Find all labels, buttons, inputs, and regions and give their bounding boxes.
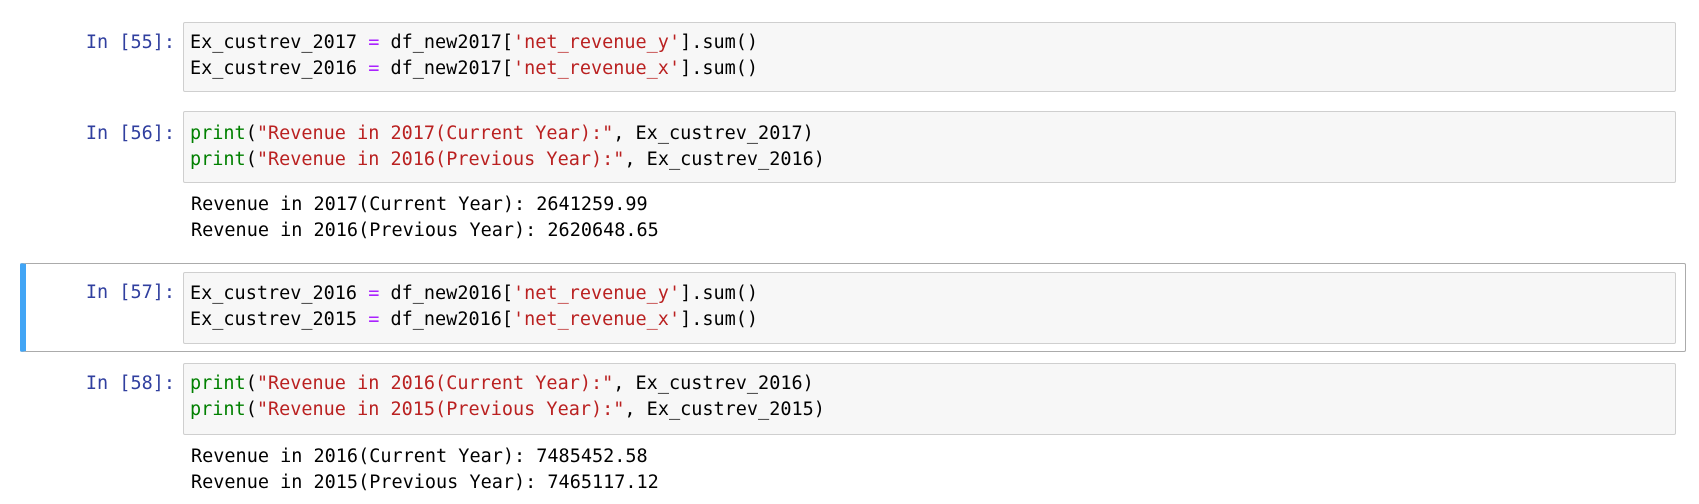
code-token: "Revenue in 2015(Previous Year):" (256, 399, 625, 420)
code-token: = (368, 283, 380, 304)
code-token: print (190, 123, 246, 144)
output-text: Revenue in 2017(Current Year): 2641259.9… (191, 194, 648, 215)
output-text: Revenue in 2016(Previous Year): 2620648.… (191, 220, 659, 241)
code-token: Ex_custrev_2016 (190, 58, 369, 79)
code-token: 'net_revenue_x' (513, 309, 681, 330)
code-line: Ex_custrev_2015 = df_new2016['net_revenu… (190, 307, 758, 333)
code-token: ].sum() (680, 283, 759, 304)
code-token: df_new2017[ (379, 32, 514, 53)
input-prompt: In [56]: (85, 123, 175, 144)
code-token: ].sum() (680, 32, 759, 53)
code-line: Ex_custrev_2016 = df_new2017['net_revenu… (190, 56, 758, 82)
code-token: "Revenue in 2017(Current Year):" (256, 123, 614, 144)
code-token: ( (245, 149, 257, 170)
code-token: Ex_custrev_2015 (190, 309, 369, 330)
input-prompt: In [55]: (85, 32, 175, 53)
code-token: ( (245, 123, 257, 144)
code-token: , Ex_custrev_2017) (613, 123, 814, 144)
notebook-cell[interactable]: In [58]: print("Revenue in 2016(Current … (20, 361, 1686, 501)
code-token: ( (245, 399, 257, 420)
code-line: print("Revenue in 2017(Current Year):", … (190, 121, 814, 147)
code-token: print (190, 399, 246, 420)
code-line: print("Revenue in 2016(Previous Year):",… (190, 147, 825, 173)
code-token: = (368, 309, 380, 330)
code-token: 'net_revenue_x' (513, 58, 681, 79)
code-token: ( (245, 373, 257, 394)
notebook-cell[interactable]: In [55]: Ex_custrev_2017 = df_new2017['n… (20, 20, 1686, 94)
code-line: print("Revenue in 2015(Previous Year):",… (190, 397, 825, 423)
code-token: df_new2016[ (379, 309, 514, 330)
code-token: 'net_revenue_y' (513, 32, 681, 53)
code-token: = (368, 58, 380, 79)
output-text: Revenue in 2016(Current Year): 7485452.5… (191, 446, 648, 467)
code-token: print (190, 373, 246, 394)
code-token: ].sum() (680, 58, 759, 79)
input-prompt: In [58]: (85, 373, 175, 394)
code-token: 'net_revenue_y' (513, 283, 681, 304)
code-input[interactable]: Ex_custrev_2017 = df_new2017['net_revenu… (183, 22, 1676, 92)
output-text: Revenue in 2015(Previous Year): 7465117.… (191, 472, 659, 493)
code-line: Ex_custrev_2016 = df_new2016['net_revenu… (190, 281, 758, 307)
code-line: print("Revenue in 2016(Current Year):", … (190, 371, 814, 397)
notebook-cell[interactable]: In [56]: print("Revenue in 2017(Current … (20, 109, 1686, 249)
code-token: df_new2017[ (379, 58, 514, 79)
code-token: ].sum() (680, 309, 759, 330)
code-line: Ex_custrev_2017 = df_new2017['net_revenu… (190, 30, 758, 56)
input-prompt: In [57]: (85, 282, 175, 303)
code-token: Ex_custrev_2017 (190, 32, 369, 53)
code-token: = (368, 32, 380, 53)
code-token: , Ex_custrev_2016) (624, 149, 825, 170)
code-token: Ex_custrev_2016 (190, 283, 369, 304)
code-token: "Revenue in 2016(Previous Year):" (256, 149, 625, 170)
code-token: , Ex_custrev_2016) (613, 373, 814, 394)
code-token: "Revenue in 2016(Current Year):" (256, 373, 614, 394)
code-token: print (190, 149, 246, 170)
code-token: , Ex_custrev_2015) (624, 399, 825, 420)
code-input[interactable]: print("Revenue in 2017(Current Year):", … (183, 111, 1676, 183)
code-token: df_new2016[ (379, 283, 514, 304)
notebook-cell-selected[interactable]: In [57]: Ex_custrev_2016 = df_new2016['n… (20, 263, 1686, 352)
code-input[interactable]: Ex_custrev_2016 = df_new2016['net_revenu… (183, 272, 1676, 344)
code-input[interactable]: print("Revenue in 2016(Current Year):", … (183, 363, 1676, 435)
